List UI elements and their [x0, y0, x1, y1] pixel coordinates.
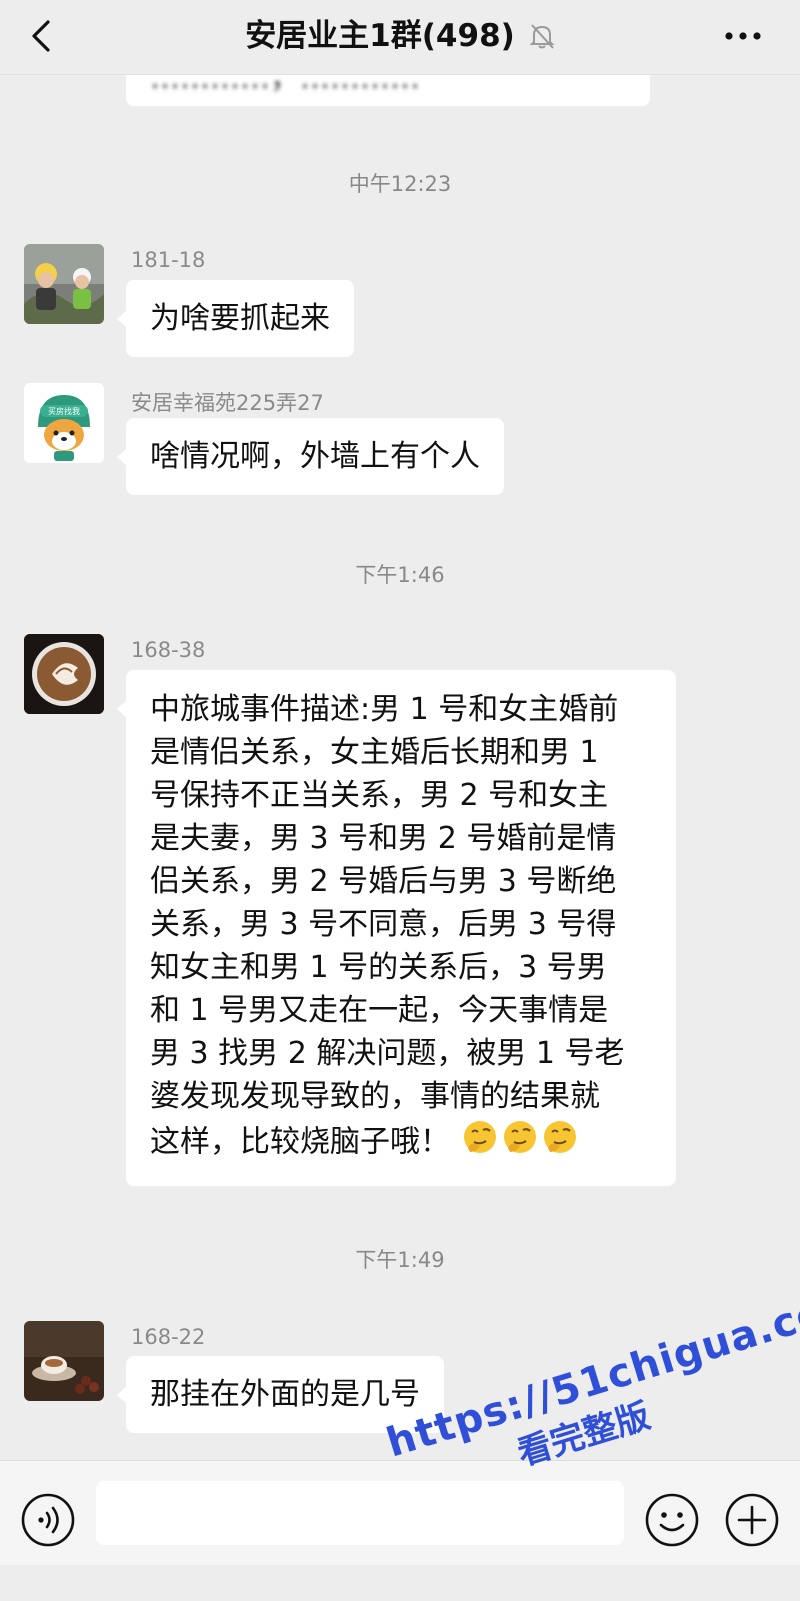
chat-title-container: 安居业主1群(498) [0, 17, 800, 55]
avatar[interactable] [24, 1321, 104, 1401]
timestamp: 下午1:49 [355, 1248, 445, 1272]
message-text: 那挂在外面的是几号 [150, 1377, 420, 1412]
message-line: 知女主和男 1 号的关系后，3 号男 [150, 950, 607, 985]
voice-input-icon[interactable] [20, 1492, 76, 1548]
avatar-badge-text: 买房找我 [48, 406, 80, 416]
message-line: 和 1 号男又走在一起，今天事情是 [150, 993, 609, 1028]
message-text: 为啥要抓起来 [150, 301, 330, 336]
message-line: 这样，比较烧脑子哦！ [150, 1124, 450, 1160]
sender-name: 168-38 [131, 638, 206, 662]
message-line: 号保持不正当关系，男 2 号和女主 [150, 778, 609, 813]
message-line: 侣关系，男 2 号婚后与男 3 号断绝 [150, 864, 617, 899]
message-line: 是情侣关系，女主婚后长期和男 1 [150, 735, 599, 770]
message-bubble[interactable]: 中旅城事件描述:男 1 号和女主婚前 是情侣关系，女主婚后长期和男 1 号保持不… [117, 670, 676, 1186]
message-line: 中旅城事件描述:男 1 号和女主婚前 [150, 692, 619, 727]
timestamp: 中午12:23 [348, 172, 452, 196]
message-line: 关系，男 3 号不同意，后男 3 号得 [150, 907, 617, 942]
thinking-emoji-icon [462, 1118, 580, 1168]
message-line: 是夫妻，男 3 号和男 2 号婚前是情 [150, 821, 617, 856]
message-text: 啥情况啊，外墙上有个人 [150, 439, 480, 474]
message-bubble[interactable]: 为啥要抓起来 [117, 280, 354, 357]
avatar[interactable] [24, 634, 104, 714]
avatar[interactable]: 买房找我 [24, 383, 104, 463]
chat-area[interactable]: …………，………… 中午12:23 181-18 为啥要抓起来 买房找我 安居幸… [0, 0, 800, 1460]
message-bubble[interactable]: 啥情况啊，外墙上有个人 [117, 418, 504, 495]
title-bar: 安居业主1群(498) [0, 0, 800, 75]
sender-name: 安居幸福苑225弄27 [131, 391, 324, 415]
message-line: 婆发现发现导致的，事情的结果就 [150, 1079, 600, 1114]
chat-title: 安居业主1群(498) [245, 18, 515, 54]
sender-name: 181-18 [131, 248, 206, 272]
muted-bell-icon [529, 24, 555, 49]
more-options-icon[interactable] [724, 26, 762, 46]
sender-name: 168-22 [131, 1325, 206, 1349]
message-line: 男 3 找男 2 解决问题，被男 1 号老 [150, 1036, 625, 1071]
timestamp: 下午1:46 [355, 563, 445, 587]
message-last-line: 这样，比较烧脑子哦！ [150, 1118, 652, 1168]
avatar[interactable] [24, 244, 104, 324]
